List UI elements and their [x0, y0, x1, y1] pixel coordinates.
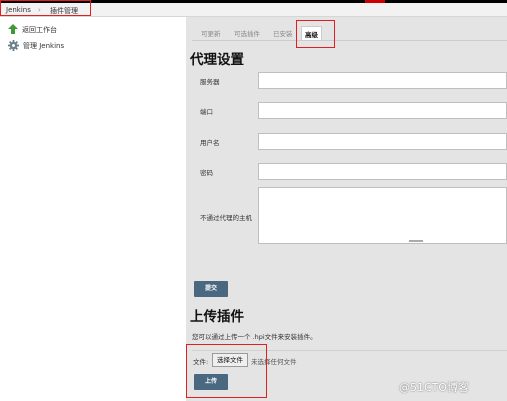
- tab-updates[interactable]: 可更新: [198, 26, 224, 40]
- port-input[interactable]: [258, 102, 507, 119]
- proxy-section-title: 代理设置: [190, 52, 244, 68]
- server-input[interactable]: [258, 72, 507, 89]
- annotation-highlight-upload: [186, 344, 267, 398]
- no-proxy-hosts-textarea[interactable]: [258, 187, 507, 244]
- sidebar-item-manage-jenkins[interactable]: 管理 Jenkins: [8, 39, 64, 53]
- tab-installed[interactable]: 已安装: [270, 26, 296, 40]
- sidebar-item-label: 管理 Jenkins: [23, 42, 65, 50]
- annotation-highlight-advanced-tab: [296, 20, 335, 48]
- username-label: 用户名: [200, 139, 220, 147]
- tab-divider: [192, 40, 507, 41]
- tab-available[interactable]: 可选插件: [231, 26, 263, 40]
- server-label: 服务器: [200, 78, 220, 86]
- resize-handle[interactable]: [409, 240, 423, 242]
- upload-info-text: 您可以通过上传一个 .hpi文件来安装插件。: [192, 333, 317, 341]
- gear-icon: [8, 39, 19, 53]
- sidebar-item-back-to-dashboard[interactable]: 返回工作台: [8, 23, 57, 37]
- up-arrow-icon: [8, 24, 18, 36]
- proxy-submit-button[interactable]: 提交: [194, 281, 228, 297]
- watermark: @51CTO博客: [399, 381, 470, 394]
- password-label: 密码: [200, 169, 213, 177]
- upload-section-title: 上传插件: [190, 309, 244, 325]
- password-input[interactable]: [258, 163, 507, 180]
- no-proxy-hosts-label: 不通过代理的主机: [200, 214, 252, 222]
- sidebar-item-label: 返回工作台: [22, 26, 57, 34]
- username-input[interactable]: [258, 133, 507, 150]
- annotation-highlight-breadcrumb: [0, 0, 91, 16]
- port-label: 端口: [200, 108, 213, 116]
